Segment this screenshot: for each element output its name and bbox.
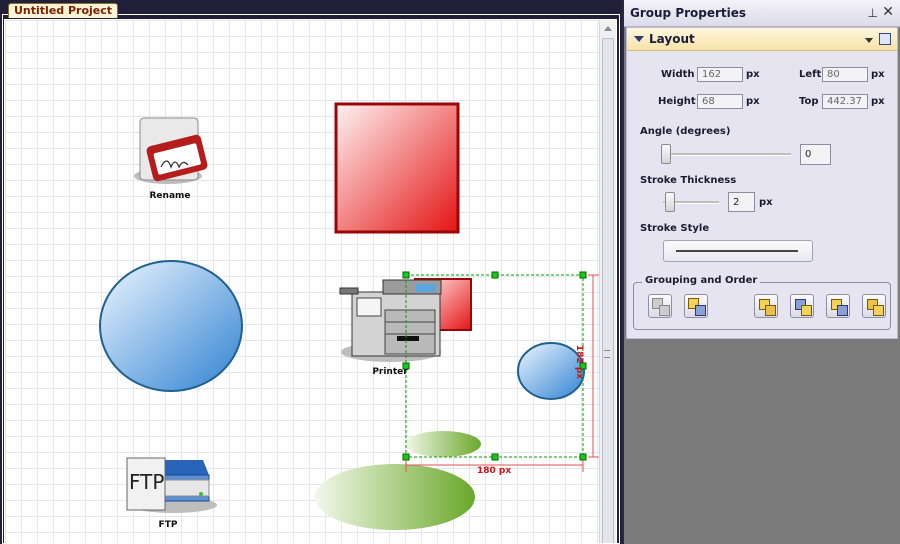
stroke-thickness-slider-thumb[interactable]	[665, 192, 675, 212]
grouping-and-order-label: Grouping and Order	[642, 275, 761, 286]
top-unit: px	[871, 96, 885, 107]
stroke-style-select[interactable]	[663, 240, 813, 262]
close-icon[interactable]: ✕	[882, 4, 894, 20]
scroll-up-arrow-icon[interactable]	[604, 26, 612, 31]
left-field[interactable]	[822, 67, 868, 82]
top-field[interactable]	[822, 94, 868, 109]
panel-header: Group Properties ⊥ ✕	[624, 0, 900, 27]
left-unit: px	[871, 69, 885, 80]
large-green-ellipse[interactable]	[315, 464, 475, 530]
width-dimension-label: 180 px	[477, 466, 512, 476]
bring-forward-button[interactable]	[790, 294, 814, 318]
pop-out-icon[interactable]	[879, 33, 891, 45]
panel-body: Layout Width px Left px Height px Top px…	[626, 27, 898, 339]
vertical-scrollbar[interactable]	[599, 20, 616, 543]
height-field[interactable]	[697, 94, 743, 109]
group-properties-panel: Group Properties ⊥ ✕ Layout Width px Lef…	[624, 0, 900, 544]
resize-handle-se	[579, 453, 587, 461]
group-button[interactable]	[648, 294, 672, 318]
stroke-thickness-field[interactable]	[728, 192, 755, 212]
height-unit: px	[746, 96, 760, 107]
collapse-triangle-icon[interactable]	[634, 36, 644, 42]
small-green-ellipse[interactable]	[405, 431, 481, 457]
width-field[interactable]	[697, 67, 743, 82]
stroke-style-preview	[676, 250, 798, 252]
angle-slider-thumb[interactable]	[661, 144, 671, 164]
stroke-thickness-unit: px	[759, 197, 773, 208]
diagram-canvas[interactable]: Rename Printer FTP FTP 180 px 182 px	[5, 20, 602, 543]
send-to-back-button[interactable]	[862, 294, 886, 318]
width-unit: px	[746, 69, 760, 80]
resize-handle-ne	[579, 271, 587, 279]
ftp-label: FTP	[158, 520, 178, 530]
scroll-grip-icon	[604, 350, 610, 358]
chevron-down-icon[interactable]	[865, 38, 873, 43]
diagram-shapes	[99, 102, 599, 530]
angle-slider-track[interactable]	[663, 153, 791, 156]
printer-label: Printer	[372, 367, 408, 377]
angle-label: Angle (degrees)	[640, 126, 731, 137]
left-label: Left	[799, 69, 822, 80]
grouping-and-order-group: Grouping and Order	[633, 275, 891, 330]
ftp-icon-glyph: FTP	[129, 470, 165, 494]
rename-label: Rename	[149, 191, 191, 201]
height-dimension-label: 182 px	[574, 344, 585, 380]
panel-title: Group Properties	[630, 6, 747, 20]
stroke-style-label: Stroke Style	[640, 223, 710, 234]
red-square[interactable]	[334, 102, 460, 234]
bring-to-front-button[interactable]	[754, 294, 778, 318]
width-label: Width	[661, 69, 695, 80]
document-tab[interactable]: Untitled Project	[8, 3, 119, 18]
send-backward-button[interactable]	[826, 294, 850, 318]
angle-field[interactable]	[800, 144, 831, 165]
ungroup-button[interactable]	[684, 294, 708, 318]
pin-icon[interactable]: ⊥	[868, 6, 878, 20]
document-window: Untitled Project Rename Printer FTP FTP …	[0, 0, 622, 544]
rename-icon[interactable]	[134, 117, 209, 184]
layout-section-header[interactable]: Layout	[627, 28, 897, 51]
canvas-viewport: Rename Printer FTP FTP 180 px 182 px	[4, 19, 617, 544]
top-label: Top	[799, 96, 819, 107]
resize-handle-n	[491, 271, 499, 279]
layout-section-title: Layout	[649, 32, 695, 46]
resize-handle-sw	[402, 453, 410, 461]
height-label: Height	[658, 96, 696, 107]
resize-handle-nw	[402, 271, 410, 279]
printer-icon[interactable]	[339, 279, 442, 362]
resize-handle-s	[491, 453, 499, 461]
blue-circle[interactable]	[99, 260, 243, 392]
scrollbar-thumb[interactable]	[602, 38, 614, 543]
stroke-thickness-label: Stroke Thickness	[640, 175, 737, 186]
